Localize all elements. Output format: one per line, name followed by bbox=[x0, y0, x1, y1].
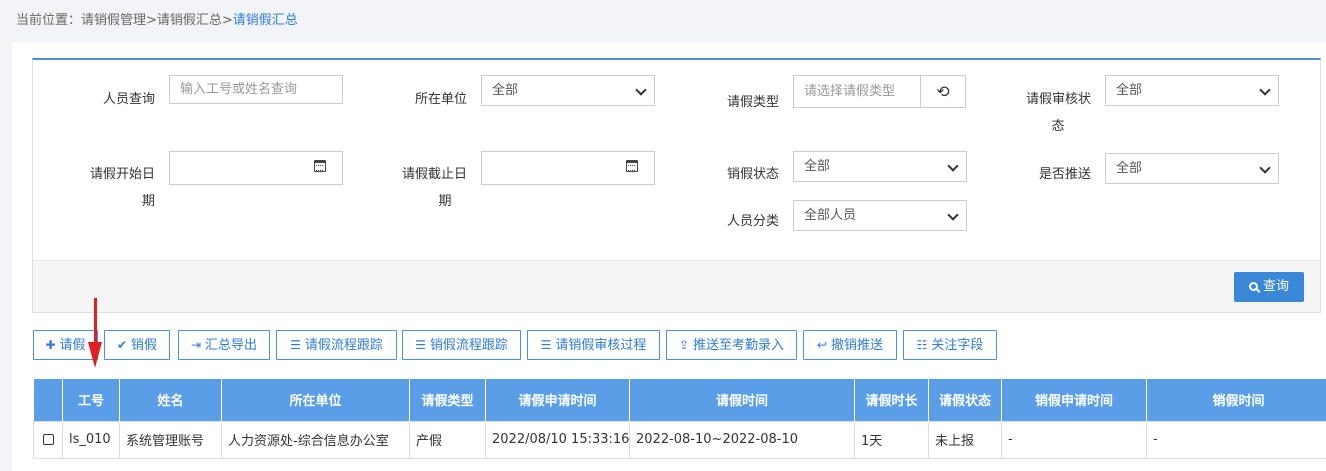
unit-label: 所在单位 bbox=[414, 92, 467, 107]
check-icon: ✔ bbox=[116, 338, 128, 352]
cell-cancel-time: - bbox=[1146, 420, 1326, 459]
main-panel: 人员查询 输入工号或姓名查询 所在单位 全部 请假类型 请选择请假类型 ⟲ 请假… bbox=[12, 42, 1326, 471]
search-footer: 查询 bbox=[33, 260, 1320, 312]
breadcrumb-current[interactable]: 请销假汇总 bbox=[233, 13, 298, 28]
list-icon: ☰ bbox=[290, 338, 301, 352]
fields-button[interactable]: ☷ 关注字段 bbox=[903, 330, 997, 360]
th-list-icon: ☷ bbox=[916, 338, 928, 352]
calendar-icon bbox=[626, 160, 638, 172]
calendar-icon bbox=[314, 160, 326, 172]
leave-button-label: 请假 bbox=[59, 338, 86, 353]
cell-cancel-apply-time: - bbox=[1001, 420, 1147, 459]
header-name[interactable]: 姓名 bbox=[119, 379, 222, 421]
audit-flow-button[interactable]: ☰ 请销假审核过程 bbox=[527, 330, 660, 360]
push-button[interactable]: ⇪ 推送至考勤录入 bbox=[666, 330, 797, 360]
leave-flow-button[interactable]: ☰ 请假流程跟踪 bbox=[276, 330, 397, 360]
leave-flow-label: 请假流程跟踪 bbox=[304, 338, 383, 353]
cell-leave-type: 产假 bbox=[409, 420, 486, 459]
start-date-label-1: 请假开始日 bbox=[89, 167, 155, 182]
cell-duration: 1天 bbox=[854, 420, 929, 459]
header-cancel-apply-time[interactable]: 销假申请时间 bbox=[1001, 379, 1147, 421]
sign-out-icon: ⇥ bbox=[190, 338, 202, 352]
chevron-down-icon bbox=[1259, 162, 1271, 174]
end-date-input[interactable] bbox=[481, 151, 655, 185]
header-apply-time[interactable]: 请假申请时间 bbox=[485, 379, 630, 421]
start-date-input[interactable] bbox=[169, 151, 343, 185]
reply-icon: ↩ bbox=[816, 338, 828, 352]
header-leave-time[interactable]: 请假时间 bbox=[629, 379, 855, 421]
list-icon: ☰ bbox=[540, 338, 552, 352]
annotation-arrow-shaft bbox=[94, 298, 97, 346]
header-status[interactable]: 请假状态 bbox=[928, 379, 1002, 421]
audit-status-select[interactable]: 全部 bbox=[1105, 75, 1279, 106]
leave-type-label: 请假类型 bbox=[726, 95, 779, 110]
chevron-down-icon bbox=[1259, 84, 1271, 96]
cell-leave-time: 2022-08-10~2022-08-10 bbox=[629, 420, 855, 459]
header-unit[interactable]: 所在单位 bbox=[221, 379, 410, 421]
category-value: 全部人员 bbox=[804, 208, 857, 223]
cell-id: ls_010 bbox=[62, 420, 120, 459]
query-button[interactable]: 查询 bbox=[1234, 272, 1304, 302]
search-form: 人员查询 输入工号或姓名查询 所在单位 全部 请假类型 请选择请假类型 ⟲ 请假… bbox=[32, 58, 1321, 313]
person-label: 人员查询 bbox=[102, 92, 155, 107]
unit-select-value: 全部 bbox=[492, 83, 519, 98]
search-icon bbox=[1248, 282, 1258, 291]
cancel-flow-label: 销假流程跟踪 bbox=[429, 338, 508, 353]
row-checkbox[interactable] bbox=[42, 434, 54, 445]
end-date-label-2: 期 bbox=[438, 194, 452, 209]
cancel-status-value: 全部 bbox=[804, 159, 831, 174]
list-icon: ☰ bbox=[415, 338, 426, 352]
upload-icon: ⇪ bbox=[678, 338, 690, 352]
breadcrumb: 当前位置：请销假管理>请销假汇总>请销假汇总 bbox=[16, 9, 298, 28]
header-duration[interactable]: 请假时长 bbox=[854, 379, 929, 421]
chevron-down-icon bbox=[635, 84, 647, 96]
cell-name: 系统管理账号 bbox=[119, 420, 222, 459]
cancel-status-select[interactable]: 全部 bbox=[793, 151, 967, 182]
cell-unit: 人力资源处-综合信息办公室 bbox=[221, 420, 410, 459]
pushed-label: 是否推送 bbox=[1038, 167, 1091, 182]
plus-icon: ✚ bbox=[45, 338, 56, 352]
leave-type-input[interactable]: 请选择请假类型 bbox=[793, 75, 921, 108]
pushed-select[interactable]: 全部 bbox=[1105, 153, 1279, 184]
leave-table: 工号 姓名 所在单位 请假类型 请假申请时间 请假时间 请假时长 请假状态 销假… bbox=[33, 379, 1326, 459]
unit-select[interactable]: 全部 bbox=[481, 75, 655, 106]
cancel-leave-button[interactable]: ✔ 销假 bbox=[104, 330, 170, 360]
cancel-flow-button[interactable]: ☰ 销假流程跟踪 bbox=[402, 330, 521, 360]
select-all-header[interactable] bbox=[33, 379, 63, 421]
reset-icon: ⟲ bbox=[936, 82, 950, 101]
fields-label: 关注字段 bbox=[931, 338, 984, 353]
chevron-down-icon bbox=[947, 209, 959, 221]
cancel-leave-label: 销假 bbox=[131, 338, 158, 353]
chevron-down-icon bbox=[947, 160, 959, 172]
cell-apply-time: 2022/08/10 15:33:16 bbox=[485, 420, 630, 459]
end-date-label-1: 请假截止日 bbox=[401, 167, 467, 182]
annotation-arrow-head bbox=[88, 342, 102, 368]
category-select[interactable]: 全部人员 bbox=[793, 200, 967, 231]
query-button-label: 查询 bbox=[1262, 279, 1289, 294]
row-checkbox-cell[interactable] bbox=[33, 420, 63, 459]
export-label: 汇总导出 bbox=[205, 338, 258, 353]
revoke-push-button[interactable]: ↩ 撤销推送 bbox=[803, 330, 897, 360]
audit-flow-label: 请销假审核过程 bbox=[555, 338, 647, 353]
header-id[interactable]: 工号 bbox=[62, 379, 120, 421]
audit-status-label-2: 态 bbox=[1051, 119, 1065, 134]
header-cancel-time[interactable]: 销假时间 bbox=[1146, 379, 1326, 421]
revoke-push-label: 撤销推送 bbox=[831, 338, 884, 353]
person-search-input[interactable]: 输入工号或姓名查询 bbox=[169, 75, 343, 104]
cancel-status-label: 销假状态 bbox=[726, 167, 779, 182]
cell-status: 未上报 bbox=[928, 420, 1002, 459]
breadcrumb-path: 当前位置：请销假管理>请销假汇总> bbox=[16, 13, 233, 28]
audit-status-value: 全部 bbox=[1116, 83, 1143, 98]
export-button[interactable]: ⇥ 汇总导出 bbox=[178, 330, 270, 360]
audit-status-label-1: 请假审核状 bbox=[1025, 92, 1091, 107]
start-date-label-2: 期 bbox=[141, 194, 155, 209]
reset-button[interactable]: ⟲ bbox=[920, 75, 966, 108]
category-label: 人员分类 bbox=[726, 214, 779, 229]
pushed-value: 全部 bbox=[1116, 161, 1143, 176]
header-leave-type[interactable]: 请假类型 bbox=[409, 379, 486, 421]
push-label: 推送至考勤录入 bbox=[693, 338, 785, 353]
table-row[interactable]: ls_010 系统管理账号 人力资源处-综合信息办公室 产假 2022/08/1… bbox=[33, 420, 1326, 459]
table-header-row: 工号 姓名 所在单位 请假类型 请假申请时间 请假时间 请假时长 请假状态 销假… bbox=[33, 379, 1326, 421]
